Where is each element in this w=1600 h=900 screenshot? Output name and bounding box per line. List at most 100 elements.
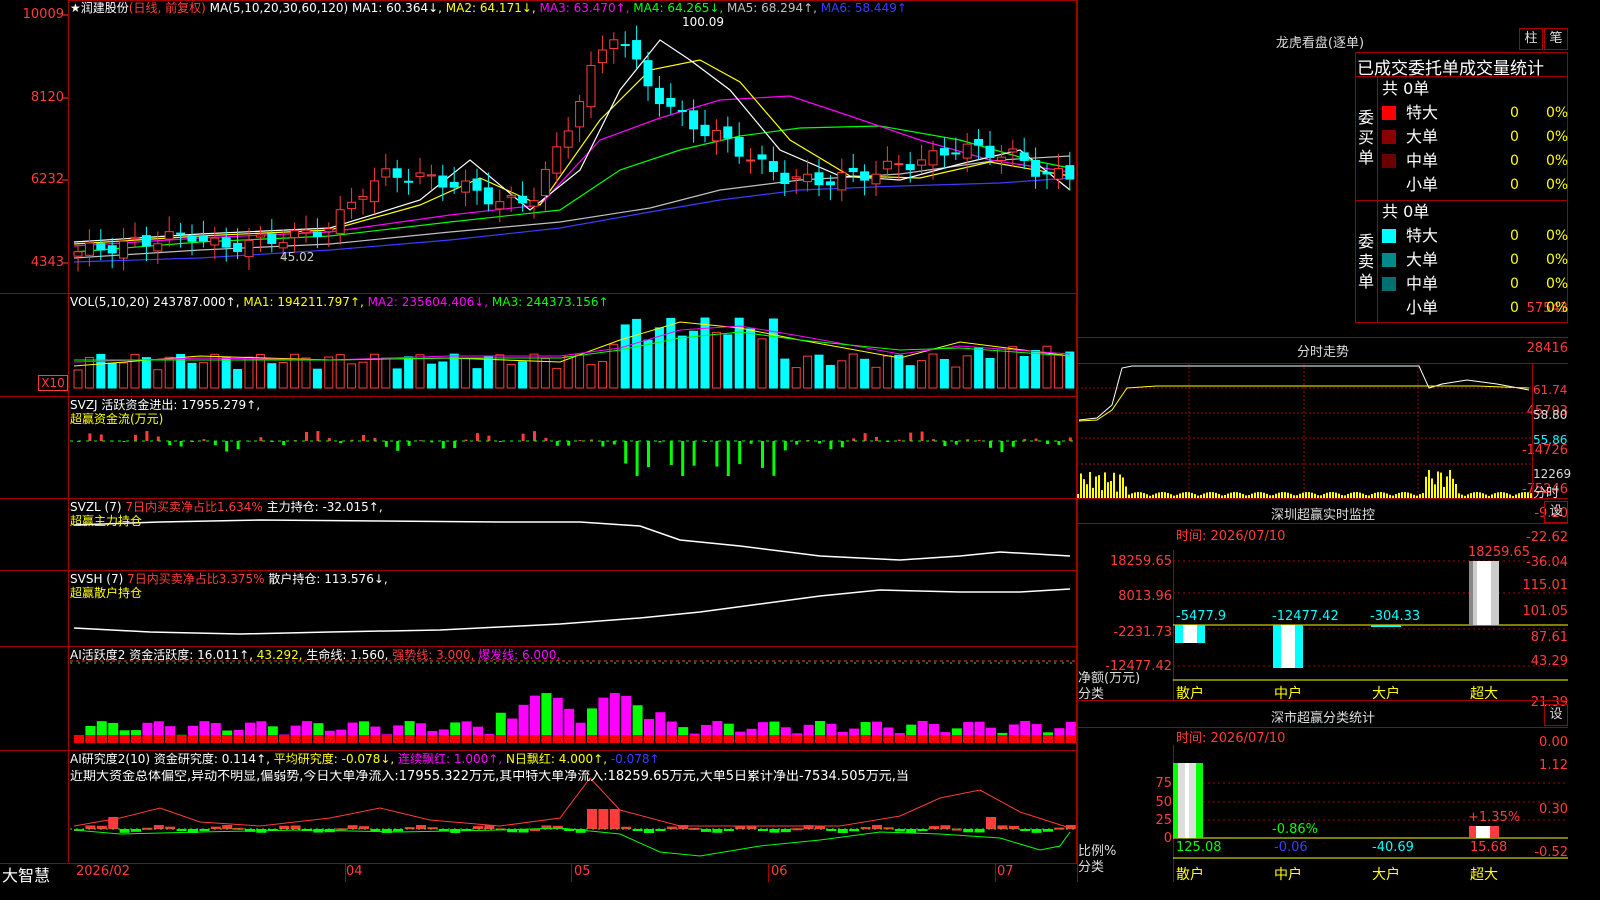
candle — [632, 40, 642, 60]
order-count: 0 — [1510, 228, 1519, 244]
fenshi-vol-bar — [1434, 484, 1436, 498]
svzj-bar — [179, 441, 183, 447]
x-tick: 06 — [771, 864, 788, 879]
order-color-icon — [1382, 106, 1396, 120]
mon-val: 18259.65 — [1468, 545, 1531, 560]
fenshi-vol-bar — [1428, 470, 1430, 498]
volume-bar — [814, 354, 824, 389]
volume-bar — [529, 353, 539, 389]
fenshi-vol-bar — [1470, 493, 1472, 498]
x-tick: 05 — [574, 864, 591, 879]
fenshi-vol-bar — [1353, 492, 1355, 498]
order-type: 中单 — [1406, 151, 1439, 170]
ai1-base — [302, 735, 312, 743]
svzj-bar — [396, 441, 400, 451]
ai1-base — [906, 735, 917, 743]
svzj-bar — [829, 441, 833, 450]
ai1-base — [404, 735, 415, 743]
ma6-value: MA6: 58.449↑ — [820, 1, 907, 15]
volume-bar — [96, 353, 106, 389]
fenshi-vol-bar — [1149, 495, 1151, 498]
fenshi-vol-bar — [1344, 495, 1346, 498]
candle — [609, 39, 619, 50]
svzj-bar — [863, 433, 867, 441]
fenshi-vol-bar — [1233, 492, 1235, 498]
ai1-base — [256, 735, 267, 743]
ai1-base — [917, 735, 928, 743]
ai1-base — [598, 735, 609, 743]
svsh-line — [73, 588, 1071, 635]
fenshi-vol-bar — [1110, 480, 1112, 498]
volume-bar — [312, 368, 322, 389]
order-pct: 0% — [1546, 129, 1569, 145]
fenshi-vol-bar — [1359, 492, 1361, 498]
bar-mode-button[interactable]: 柱 — [1519, 28, 1543, 50]
fenshi-vol-bar — [1494, 493, 1496, 498]
svzl-line — [73, 519, 1071, 561]
fenshi-vol-bar — [1146, 494, 1148, 498]
svzj-bar — [487, 435, 491, 441]
svzj-bar — [897, 439, 901, 441]
cls-bar-val: +1.35% — [1468, 810, 1521, 825]
ai1-base — [849, 735, 860, 743]
fenshi-vol-bar — [1437, 471, 1439, 498]
svzj-bar — [647, 441, 650, 468]
volume-bar — [540, 358, 550, 389]
candle — [1008, 148, 1018, 153]
candle — [791, 176, 801, 180]
ai1-base — [359, 735, 369, 743]
candle — [141, 235, 151, 247]
svzj-bar — [726, 441, 730, 476]
fenshi-vol-bar — [1272, 495, 1274, 498]
cls-settings-button[interactable]: 设 — [1544, 704, 1568, 726]
fenshi-vol-bar — [1440, 472, 1442, 498]
fenshi-vol-bar — [1242, 493, 1244, 498]
svzj-bar — [920, 431, 924, 441]
candle — [472, 178, 482, 191]
fenshi-vol-bar — [1476, 492, 1478, 498]
ai1-base — [746, 735, 757, 743]
fenshi-vol-bar — [1365, 494, 1367, 498]
ai1-base — [929, 735, 939, 743]
svzj-bar — [259, 437, 263, 441]
fenshi-vol-bar — [1401, 492, 1403, 498]
fenshi-vol-bar — [1392, 495, 1394, 498]
order-count: 0 — [1510, 129, 1519, 145]
fenshi-title[interactable]: 分时走势 — [1078, 341, 1568, 360]
ai1-base — [1008, 735, 1019, 743]
vol-label: VOL(5,10,20) — [70, 295, 150, 309]
order-pct: 0% — [1546, 105, 1569, 121]
low-label: 45.02 — [280, 250, 315, 264]
candle — [939, 148, 949, 156]
volume-bar — [187, 362, 197, 389]
ai1-burst: 爆发线: 6.000, — [478, 648, 561, 662]
ai2-bar — [872, 825, 882, 829]
ai1-base — [393, 735, 404, 743]
stock-name[interactable]: ★润建股份 — [70, 1, 129, 15]
volume-bar — [803, 355, 813, 389]
unit-badge: X10 — [38, 375, 68, 391]
order-type: 小单 — [1406, 175, 1439, 194]
order-row: 小单 0 0% — [1382, 174, 1568, 196]
ai1-base — [872, 735, 882, 743]
fenshi-vol-bar — [1497, 492, 1499, 498]
candle — [996, 156, 1006, 161]
ai1-base — [530, 735, 540, 743]
ai1-base — [1065, 735, 1076, 743]
tick-mode-button[interactable]: 笔 — [1544, 28, 1568, 50]
kline-svg[interactable] — [0, 0, 1077, 882]
volume-bar — [871, 366, 881, 389]
cls-cat: 中户 — [1274, 867, 1302, 883]
fenshi-vol-bar — [1386, 493, 1388, 498]
cls-ylab2: 分类 — [1078, 860, 1105, 875]
monitor-settings-button[interactable]: 设 — [1544, 501, 1568, 523]
svzl-header: SVZL (7) 7日内买卖净占比1.634% 主力持仓: -32.015↑, — [70, 500, 383, 514]
svzj-bar — [362, 434, 365, 441]
volume-bar — [1019, 356, 1029, 389]
fenshi-vol-bar — [1362, 493, 1364, 498]
volume-bar — [107, 362, 117, 389]
candle — [757, 154, 767, 160]
svzj-bar — [840, 441, 844, 448]
volume-bar — [723, 334, 733, 389]
order-type: 大单 — [1406, 127, 1439, 146]
